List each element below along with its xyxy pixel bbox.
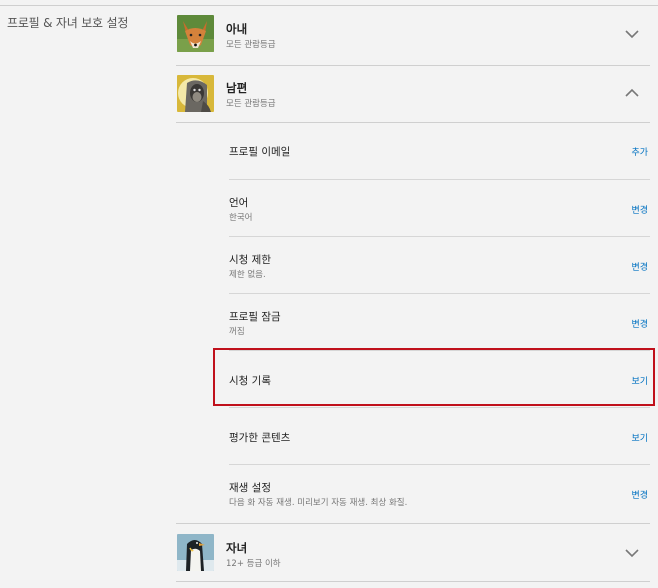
add-email-link[interactable]: 추가 bbox=[631, 145, 648, 158]
chevron-up-icon[interactable] bbox=[624, 88, 640, 98]
setting-row-profile-email[interactable]: 프로필 이메일 추가 bbox=[229, 123, 650, 180]
penguin-avatar bbox=[177, 534, 214, 571]
setting-label: 시청 제한 bbox=[229, 254, 271, 266]
setting-value: 제한 없음. bbox=[229, 270, 266, 280]
setting-row-language[interactable]: 언어 한국어 변경 bbox=[229, 180, 650, 237]
setting-row-rated-content[interactable]: 평가한 콘텐츠 보기 bbox=[229, 408, 650, 465]
change-restrictions-link[interactable]: 변경 bbox=[631, 260, 648, 273]
change-language-link[interactable]: 변경 bbox=[631, 203, 648, 216]
chevron-down-icon[interactable] bbox=[624, 29, 640, 39]
setting-label: 프로필 잠금 bbox=[229, 311, 281, 323]
highlight-box bbox=[213, 348, 655, 406]
profile-rating: 12+ 등급 이하 bbox=[226, 559, 281, 569]
fox-avatar bbox=[177, 15, 214, 52]
husband-settings-list: 프로필 이메일 추가 언어 한국어 변경 시청 제한 제한 없음. 변경 프로필… bbox=[229, 123, 650, 527]
profile-rating: 모든 관람등급 bbox=[226, 99, 276, 109]
view-ratings-link[interactable]: 보기 bbox=[631, 431, 648, 444]
setting-value: 다음 화 자동 재생. 미리보기 자동 재생. 최상 화질. bbox=[229, 498, 408, 508]
setting-row-playback[interactable]: 재생 설정 다음 화 자동 재생. 미리보기 자동 재생. 최상 화질. 변경 bbox=[229, 465, 650, 527]
profile-list: 아내 모든 관람등급 남편 모든 관람등급 bbox=[176, 5, 650, 123]
change-profile-lock-link[interactable]: 변경 bbox=[631, 317, 648, 330]
change-playback-link[interactable]: 변경 bbox=[631, 488, 648, 501]
profile-name: 자녀 bbox=[226, 541, 248, 555]
profile-rating: 모든 관람등급 bbox=[226, 40, 276, 50]
profile-item-husband[interactable]: 남편 모든 관람등급 bbox=[176, 66, 650, 123]
setting-value: 꺼짐 bbox=[229, 327, 245, 337]
profile-item-wife[interactable]: 아내 모든 관람등급 bbox=[176, 5, 650, 66]
setting-label: 평가한 콘텐츠 bbox=[229, 432, 291, 444]
profile-item-child[interactable]: 자녀 12+ 등급 이하 bbox=[176, 524, 650, 588]
profile-name: 아내 bbox=[226, 22, 248, 36]
setting-row-profile-lock[interactable]: 프로필 잠금 꺼짐 변경 bbox=[229, 294, 650, 351]
setting-value: 한국어 bbox=[229, 213, 253, 223]
setting-row-viewing-restrictions[interactable]: 시청 제한 제한 없음. 변경 bbox=[229, 237, 650, 294]
chevron-down-icon[interactable] bbox=[624, 548, 640, 558]
setting-label: 재생 설정 bbox=[229, 482, 271, 494]
section-title: 프로필 & 자녀 보호 설정 bbox=[7, 16, 129, 30]
setting-label: 프로필 이메일 bbox=[229, 146, 291, 158]
monkey-avatar bbox=[177, 75, 214, 112]
setting-label: 언어 bbox=[229, 197, 249, 209]
divider bbox=[176, 581, 650, 582]
profile-name: 남편 bbox=[226, 81, 248, 95]
